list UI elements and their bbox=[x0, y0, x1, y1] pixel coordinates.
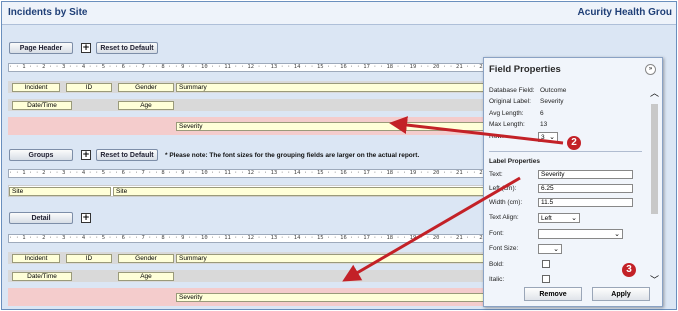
scroll-down-icon[interactable]: ﹀ bbox=[650, 273, 659, 286]
company-name: Acurity Health Grou bbox=[577, 7, 672, 18]
page-header-row-2: Date/Time Age bbox=[8, 99, 486, 111]
collapse-icon[interactable]: » bbox=[645, 64, 656, 75]
detail-field-date-time[interactable]: Date/Time bbox=[12, 272, 72, 281]
right-edge-strip bbox=[666, 59, 676, 309]
left-line: Left (cm): bbox=[489, 185, 516, 192]
row-select[interactable]: 3 ⌄ bbox=[538, 132, 558, 142]
text-input[interactable]: Severity bbox=[538, 170, 633, 179]
detail-button[interactable]: Detail bbox=[9, 212, 73, 224]
page-header-expand-icon[interactable]: + bbox=[81, 43, 91, 53]
max-length-line: Max Length: 13 bbox=[489, 121, 547, 128]
font-line: Font: bbox=[489, 230, 504, 237]
field-date-time[interactable]: Date/Time bbox=[12, 101, 72, 110]
page-header-row-1: Incident ID Gender Summary bbox=[8, 81, 486, 93]
group-field-site-label[interactable]: Site bbox=[9, 187, 111, 196]
field-id[interactable]: ID bbox=[66, 83, 112, 92]
field-severity[interactable]: Severity bbox=[176, 122, 486, 131]
detail-field-age[interactable]: Age bbox=[118, 272, 174, 281]
text-label: Text: bbox=[489, 171, 503, 178]
panel-divider bbox=[489, 151, 642, 152]
report-title: Incidents by Site bbox=[8, 7, 88, 18]
text-line: Text: bbox=[489, 171, 503, 178]
row-label: Row: bbox=[489, 133, 504, 140]
scroll-up-icon[interactable]: ︿ bbox=[650, 86, 659, 99]
font-size-select[interactable]: ⌄ bbox=[538, 244, 562, 254]
text-align-select[interactable]: Left ⌄ bbox=[538, 213, 580, 223]
detail-field-severity[interactable]: Severity bbox=[176, 293, 486, 302]
original-label-label: Original Label: bbox=[489, 98, 531, 105]
detail-expand-icon[interactable]: + bbox=[81, 213, 91, 223]
original-label-line: Original Label: Severity bbox=[489, 98, 563, 105]
font-size-label: Font Size: bbox=[489, 245, 519, 252]
width-line: Width (cm): bbox=[489, 199, 522, 206]
bold-label: Bold: bbox=[489, 261, 504, 268]
detail-row-3: Severity bbox=[8, 288, 486, 306]
callout-badge-3: 3 bbox=[622, 263, 636, 277]
page-header-button[interactable]: Page Header bbox=[9, 42, 73, 54]
detail-ruler: · · 1 · · 2 · · 3 · · 4 · · 5 · · 6 · · … bbox=[8, 234, 486, 243]
avg-length-label: Avg Length: bbox=[489, 110, 524, 117]
report-title-bar: Incidents by Site Acurity Health Grou bbox=[2, 2, 676, 25]
bold-line: Bold: bbox=[489, 261, 504, 268]
row-line: Row: bbox=[489, 133, 504, 140]
field-gender[interactable]: Gender bbox=[118, 83, 174, 92]
scroll-thumb[interactable] bbox=[651, 104, 658, 214]
chevron-down-icon: ⌄ bbox=[571, 215, 577, 222]
field-summary[interactable]: Summary bbox=[176, 83, 486, 92]
chevron-down-icon: ⌄ bbox=[553, 246, 559, 253]
database-field-label: Database Field: bbox=[489, 87, 535, 94]
chevron-down-icon: ⌄ bbox=[614, 231, 620, 238]
detail-field-id[interactable]: ID bbox=[66, 254, 112, 263]
avg-length-line: Avg Length: 6 bbox=[489, 110, 544, 117]
font-label: Font: bbox=[489, 230, 504, 237]
font-size-line: Font Size: bbox=[489, 245, 518, 252]
grouping-font-note: * Please note: The font sizes for the gr… bbox=[165, 152, 420, 159]
italic-line: Italic: bbox=[489, 276, 504, 283]
left-input[interactable]: 6.25 bbox=[538, 184, 633, 193]
field-incident[interactable]: Incident bbox=[12, 83, 60, 92]
text-align-line: Text Align: bbox=[489, 214, 519, 221]
page-header-ruler: · · 1 · · 2 · · 3 · · 4 · · 5 · · 6 · · … bbox=[8, 63, 486, 72]
detail-field-summary[interactable]: Summary bbox=[176, 254, 486, 263]
panel-scrollbar[interactable]: ︿ ﹀ bbox=[649, 86, 660, 286]
page-header-reset-button[interactable]: Reset to Default bbox=[96, 42, 158, 54]
database-field-value: Outcome bbox=[540, 87, 567, 94]
groups-row-1: Site Site bbox=[8, 185, 487, 197]
label-properties-heading: Label Properties bbox=[489, 158, 540, 165]
remove-button[interactable]: Remove bbox=[524, 287, 582, 301]
max-length-value: 13 bbox=[540, 121, 548, 128]
group-field-site[interactable]: Site bbox=[113, 187, 487, 196]
apply-button[interactable]: Apply bbox=[592, 287, 650, 301]
chevron-down-icon: ⌄ bbox=[549, 134, 555, 141]
detail-row-2: Date/Time Age bbox=[8, 270, 486, 282]
italic-checkbox[interactable] bbox=[542, 275, 550, 283]
original-label-value: Severity bbox=[540, 98, 564, 105]
avg-length-value: 6 bbox=[540, 110, 544, 117]
text-align-label: Text Align: bbox=[489, 214, 519, 221]
groups-button[interactable]: Groups bbox=[9, 149, 73, 161]
groups-expand-icon[interactable]: + bbox=[81, 150, 91, 160]
italic-label: Italic: bbox=[489, 276, 505, 283]
field-age[interactable]: Age bbox=[118, 101, 174, 110]
left-label: Left (cm): bbox=[489, 185, 517, 192]
groups-reset-button[interactable]: Reset to Default bbox=[96, 149, 158, 161]
database-field-line: Database Field: Outcome bbox=[489, 87, 566, 94]
width-label: Width (cm): bbox=[489, 199, 523, 206]
max-length-label: Max Length: bbox=[489, 121, 525, 128]
field-properties-title: Field Properties bbox=[489, 64, 561, 75]
callout-badge-2: 2 bbox=[567, 136, 581, 150]
width-input[interactable]: 11.5 bbox=[538, 198, 633, 207]
page-header-row-3: Severity bbox=[8, 117, 486, 135]
field-properties-panel: Field Properties » Database Field: Outco… bbox=[483, 57, 663, 307]
detail-row-1: Incident ID Gender Summary bbox=[8, 252, 486, 264]
text-align-value: Left bbox=[541, 215, 552, 222]
groups-ruler: · · 1 · · 2 · · 3 · · 4 · · 5 · · 6 · · … bbox=[8, 169, 486, 178]
detail-field-gender[interactable]: Gender bbox=[118, 254, 174, 263]
row-select-value: 3 bbox=[541, 134, 545, 141]
font-select[interactable]: ⌄ bbox=[538, 229, 623, 239]
detail-field-incident[interactable]: Incident bbox=[12, 254, 60, 263]
bold-checkbox[interactable] bbox=[542, 260, 550, 268]
